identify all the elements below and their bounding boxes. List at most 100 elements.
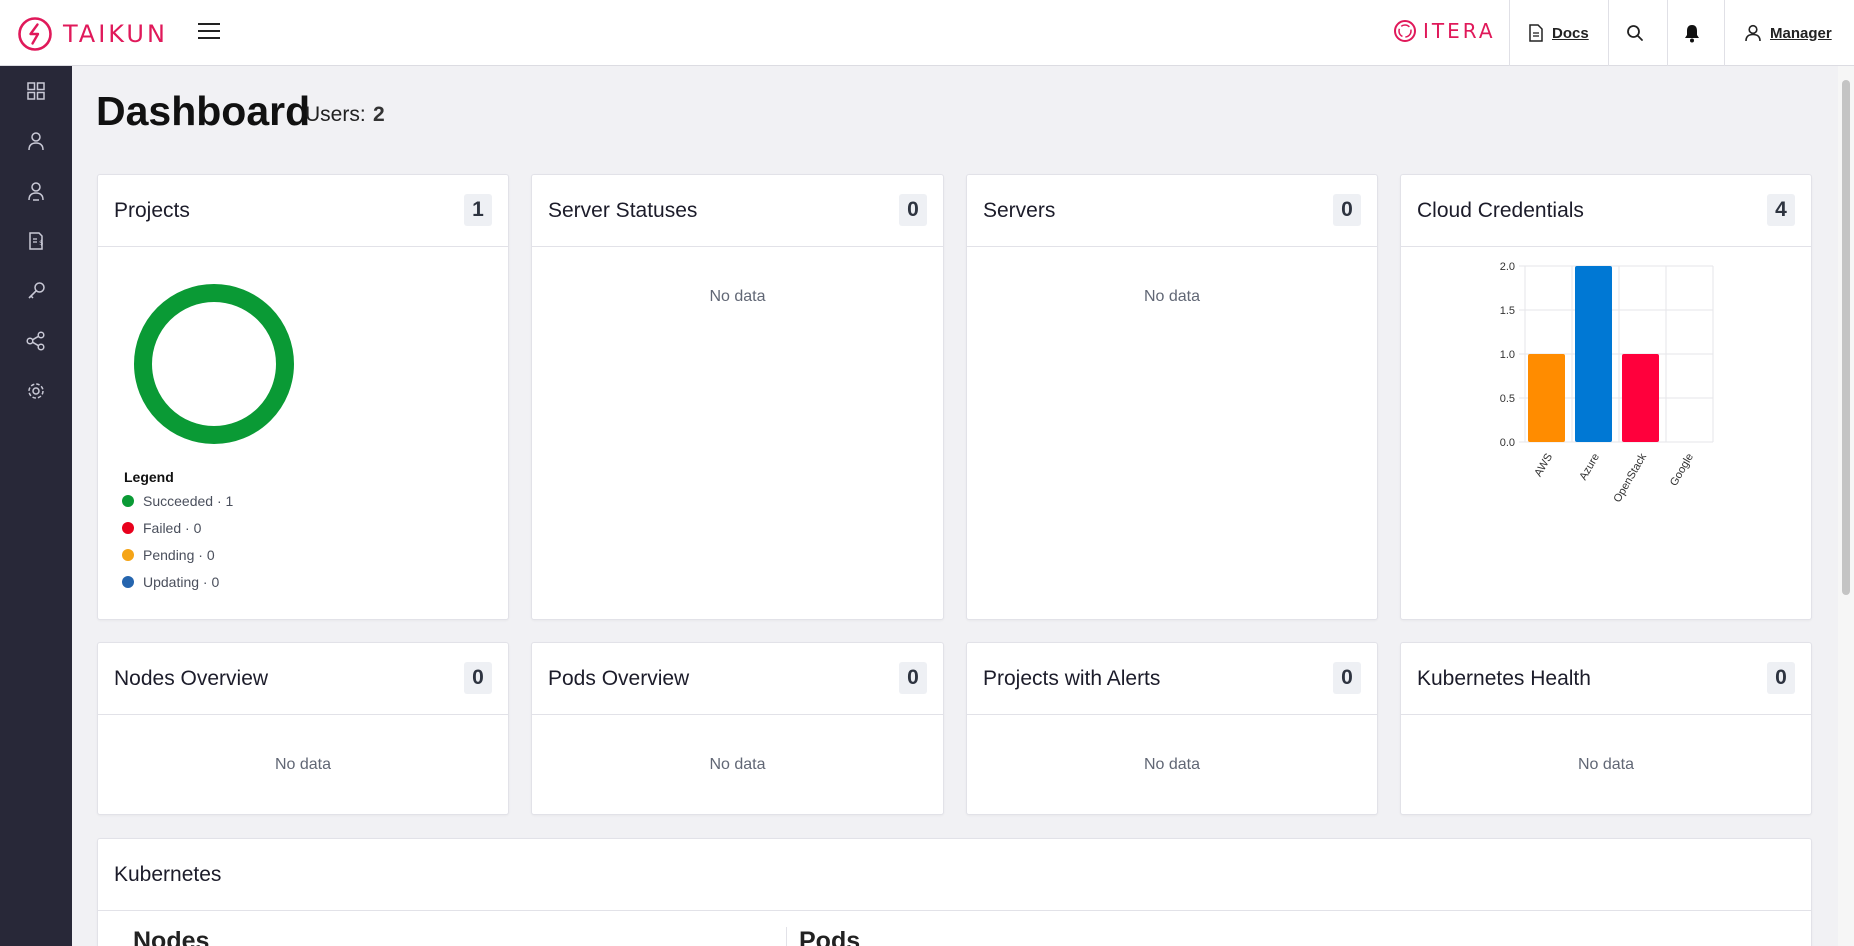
bar-openstack[interactable]: [1622, 354, 1659, 442]
sidebar-item-billing[interactable]: $: [25, 230, 47, 252]
page-scrollbar[interactable]: [1838, 66, 1854, 946]
card-header: Kubernetes: [98, 839, 1811, 911]
legend-dot: [122, 495, 134, 507]
user-menu[interactable]: Manager: [1744, 0, 1832, 66]
legend-item-succeeded[interactable]: Succeeded · 1: [122, 493, 233, 509]
count-badge: 0: [899, 662, 927, 694]
legend-item-updating[interactable]: Updating · 0: [122, 574, 219, 590]
pods-section-title: Pods: [799, 927, 861, 946]
legend-dot: [122, 576, 134, 588]
billing-icon: $: [29, 232, 43, 250]
itera-logo: ITERA: [1393, 19, 1496, 43]
servers-card: Servers 0 No data: [966, 174, 1378, 620]
topbar-divider: [1724, 0, 1725, 66]
no-data-text: No data: [1577, 756, 1635, 773]
search-button[interactable]: [1626, 0, 1644, 66]
dashboard-icon: [27, 82, 45, 100]
no-data-text: No data: [709, 288, 766, 305]
legend-label: Pending · 0: [143, 547, 215, 563]
legend-dot: [122, 522, 134, 534]
brand-name: TAIKUN: [63, 20, 168, 48]
sidebar-item-users[interactable]: [25, 180, 47, 202]
card-title: Pods Overview: [548, 667, 690, 690]
card-title: Cloud Credentials: [1417, 199, 1584, 222]
sidebar-item-dashboard[interactable]: [25, 80, 47, 102]
share-icon: [26, 331, 45, 351]
legend-item-failed[interactable]: Failed · 0: [122, 520, 201, 536]
bell-icon: [1685, 25, 1699, 43]
svg-text:$: $: [39, 239, 43, 247]
card-title: Server Statuses: [548, 199, 698, 222]
y-tick-label: 2.0: [1500, 261, 1515, 273]
y-tick-label: 0.0: [1500, 437, 1515, 449]
count-badge: 0: [1333, 662, 1361, 694]
topbar-divider: [1509, 0, 1510, 66]
count-badge: 1: [464, 194, 492, 226]
bar-azure[interactable]: [1575, 266, 1612, 442]
count-badge: 4: [1767, 194, 1795, 226]
legend-label: Updating · 0: [143, 574, 220, 590]
card-header: Server Statuses 0: [532, 175, 943, 247]
itera-logo-icon: [1394, 20, 1416, 42]
taikun-logo[interactable]: TAIKUN: [17, 16, 168, 52]
scrollbar-thumb[interactable]: [1842, 80, 1850, 595]
no-data-text: No data: [1143, 288, 1201, 305]
card-title: Kubernetes: [114, 863, 222, 886]
user-name: Manager: [1770, 24, 1832, 42]
x-tick-label: OpenStack: [1611, 451, 1649, 505]
key-icon: [28, 282, 45, 299]
pods-overview-card: Pods Overview 0 No data: [531, 642, 944, 815]
card-header: Kubernetes Health 0: [1401, 643, 1811, 715]
nodes-overview-card: Nodes Overview 0 No data: [97, 642, 509, 815]
count-badge: 0: [464, 662, 492, 694]
top-bar: TAIKUN ITERA Docs Manager: [0, 0, 1854, 66]
cloud-credentials-bar-chart: 0.0 0.5 1.0 1.5 2.0 AWS Azure OpenStack Google: [1500, 261, 1714, 505]
legend-dot: [122, 549, 134, 561]
bar-aws[interactable]: [1528, 354, 1565, 442]
projects-alerts-card: Projects with Alerts 0 No data: [966, 642, 1378, 815]
card-title: Kubernetes Health: [1417, 667, 1591, 690]
sidebar-item-keys[interactable]: [25, 280, 47, 302]
card-title: Servers: [983, 199, 1056, 222]
card-header: Cloud Credentials 4: [1401, 175, 1811, 247]
x-tick-label: Azure: [1577, 452, 1602, 483]
no-data-text: No data: [1143, 756, 1201, 773]
cloud-credentials-card: Cloud Credentials 4 0.0 0.5 1.0 1.5 2.0 AWS Az…: [1400, 174, 1812, 620]
y-tick-label: 1.5: [1500, 305, 1515, 317]
kubernetes-health-card: Kubernetes Health 0 No data: [1400, 642, 1812, 815]
page-title: Dashboard: [96, 88, 311, 134]
donut-slice-succeeded[interactable]: [134, 284, 294, 444]
sidebar-item-settings[interactable]: [25, 380, 47, 402]
card-header: Projects with Alerts 0: [967, 643, 1377, 715]
topbar-divider: [1608, 0, 1609, 66]
sidebar-item-access[interactable]: [25, 330, 47, 352]
count-badge: 0: [1333, 194, 1361, 226]
count-badge: 0: [1767, 662, 1795, 694]
notifications-button[interactable]: [1683, 0, 1701, 66]
settings-icon: [28, 383, 44, 399]
card-header: Pods Overview 0: [532, 643, 943, 715]
document-icon: [1529, 24, 1543, 42]
docs-label: Docs: [1552, 24, 1589, 42]
x-tick-label: Google: [1668, 452, 1696, 489]
users-icon: [28, 182, 44, 201]
nodes-section-title: Nodes: [133, 927, 210, 946]
topbar-divider: [1667, 0, 1668, 66]
users-label: Users:: [305, 103, 366, 126]
user-icon: [28, 132, 44, 151]
count-badge: 0: [899, 194, 927, 226]
legend-title: Legend: [124, 469, 174, 485]
card-header: Servers 0: [967, 175, 1377, 247]
card-title: Projects with Alerts: [983, 667, 1161, 690]
no-data-text: No data: [709, 756, 766, 773]
card-header: Projects 1: [98, 175, 508, 247]
sidebar-item-user[interactable]: [25, 130, 47, 152]
legend-label: Failed · 0: [143, 520, 202, 536]
y-tick-label: 0.5: [1500, 393, 1515, 405]
legend-item-pending[interactable]: Pending · 0: [122, 547, 215, 563]
docs-link[interactable]: Docs: [1528, 0, 1589, 66]
kubernetes-card: Kubernetes Nodes Pods: [97, 838, 1812, 946]
partner-name: ITERA: [1423, 19, 1496, 43]
menu-toggle-icon[interactable]: [198, 23, 220, 41]
section-divider: [786, 927, 787, 946]
